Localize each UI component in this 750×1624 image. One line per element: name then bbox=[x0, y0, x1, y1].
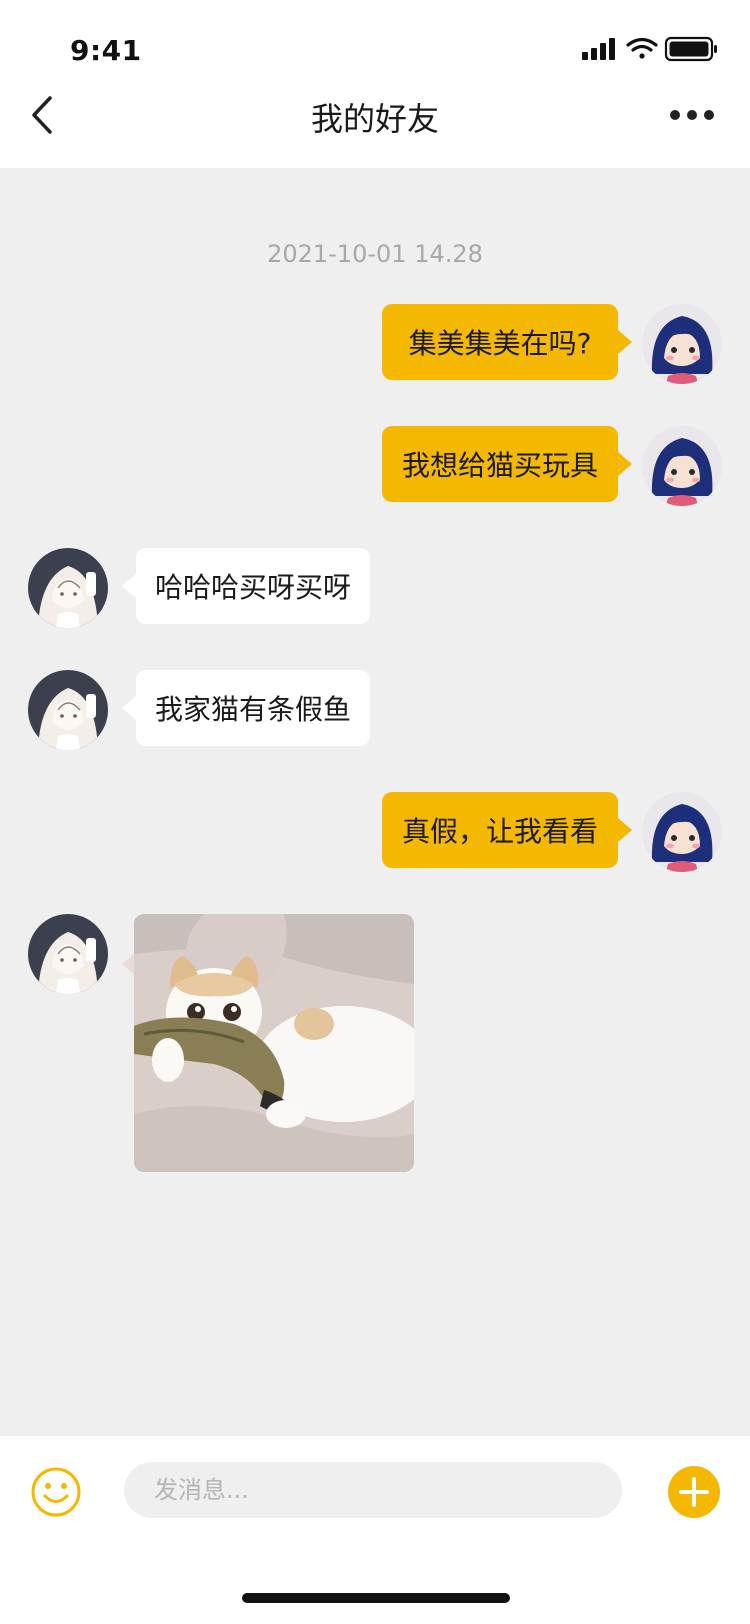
message-input[interactable] bbox=[124, 1462, 622, 1518]
status-time: 9:41 bbox=[70, 34, 142, 67]
add-attachment-button[interactable] bbox=[668, 1466, 720, 1518]
message-bubble[interactable]: 真假，让我看看 bbox=[382, 792, 618, 868]
wifi-icon bbox=[626, 37, 658, 59]
cat-with-toy-fish-photo[interactable] bbox=[134, 914, 414, 1172]
more-dots-icon bbox=[670, 110, 714, 120]
bubble-tail bbox=[618, 452, 632, 476]
emoji-button[interactable] bbox=[30, 1466, 82, 1518]
message-text: 哈哈哈买呀买呀 bbox=[154, 571, 351, 604]
more-button[interactable] bbox=[668, 100, 716, 130]
smiley-icon bbox=[31, 1467, 81, 1517]
my-avatar[interactable] bbox=[642, 426, 722, 506]
message-text: 我家猫有条假鱼 bbox=[154, 693, 351, 726]
my-avatar[interactable] bbox=[642, 792, 722, 872]
message-bubble[interactable]: 哈哈哈买呀买呀 bbox=[136, 548, 370, 624]
message-bubble[interactable]: 集美集美在吗? bbox=[382, 304, 618, 380]
top-bar: 9:41 我的好友 bbox=[0, 0, 750, 168]
friend-avatar[interactable] bbox=[28, 670, 108, 750]
chat-screen: 9:41 我的好友 2021-10-01 14.28 集美集美在吗? 我想给猫买… bbox=[0, 0, 750, 1624]
page-title: 我的好友 bbox=[310, 100, 439, 138]
message-bubble[interactable]: 我家猫有条假鱼 bbox=[136, 670, 370, 746]
battery-icon bbox=[664, 36, 717, 62]
friend-avatar[interactable] bbox=[28, 548, 108, 628]
friend-avatar[interactable] bbox=[28, 914, 108, 994]
bubble-tail bbox=[122, 696, 136, 720]
message-text: 集美集美在吗? bbox=[408, 327, 592, 360]
message-text: 我想给猫买玩具 bbox=[401, 449, 598, 482]
signal-icon bbox=[582, 38, 615, 60]
status-icons bbox=[582, 36, 717, 62]
message-bubble[interactable]: 我想给猫买玩具 bbox=[382, 426, 618, 502]
message-text: 真假，让我看看 bbox=[401, 815, 598, 848]
chat-timestamp: 2021-10-01 14.28 bbox=[267, 240, 483, 268]
home-indicator bbox=[242, 1593, 510, 1603]
bubble-tail bbox=[618, 818, 632, 842]
my-avatar[interactable] bbox=[642, 304, 722, 384]
bubble-tail bbox=[618, 330, 632, 354]
bubble-tail bbox=[122, 574, 136, 598]
